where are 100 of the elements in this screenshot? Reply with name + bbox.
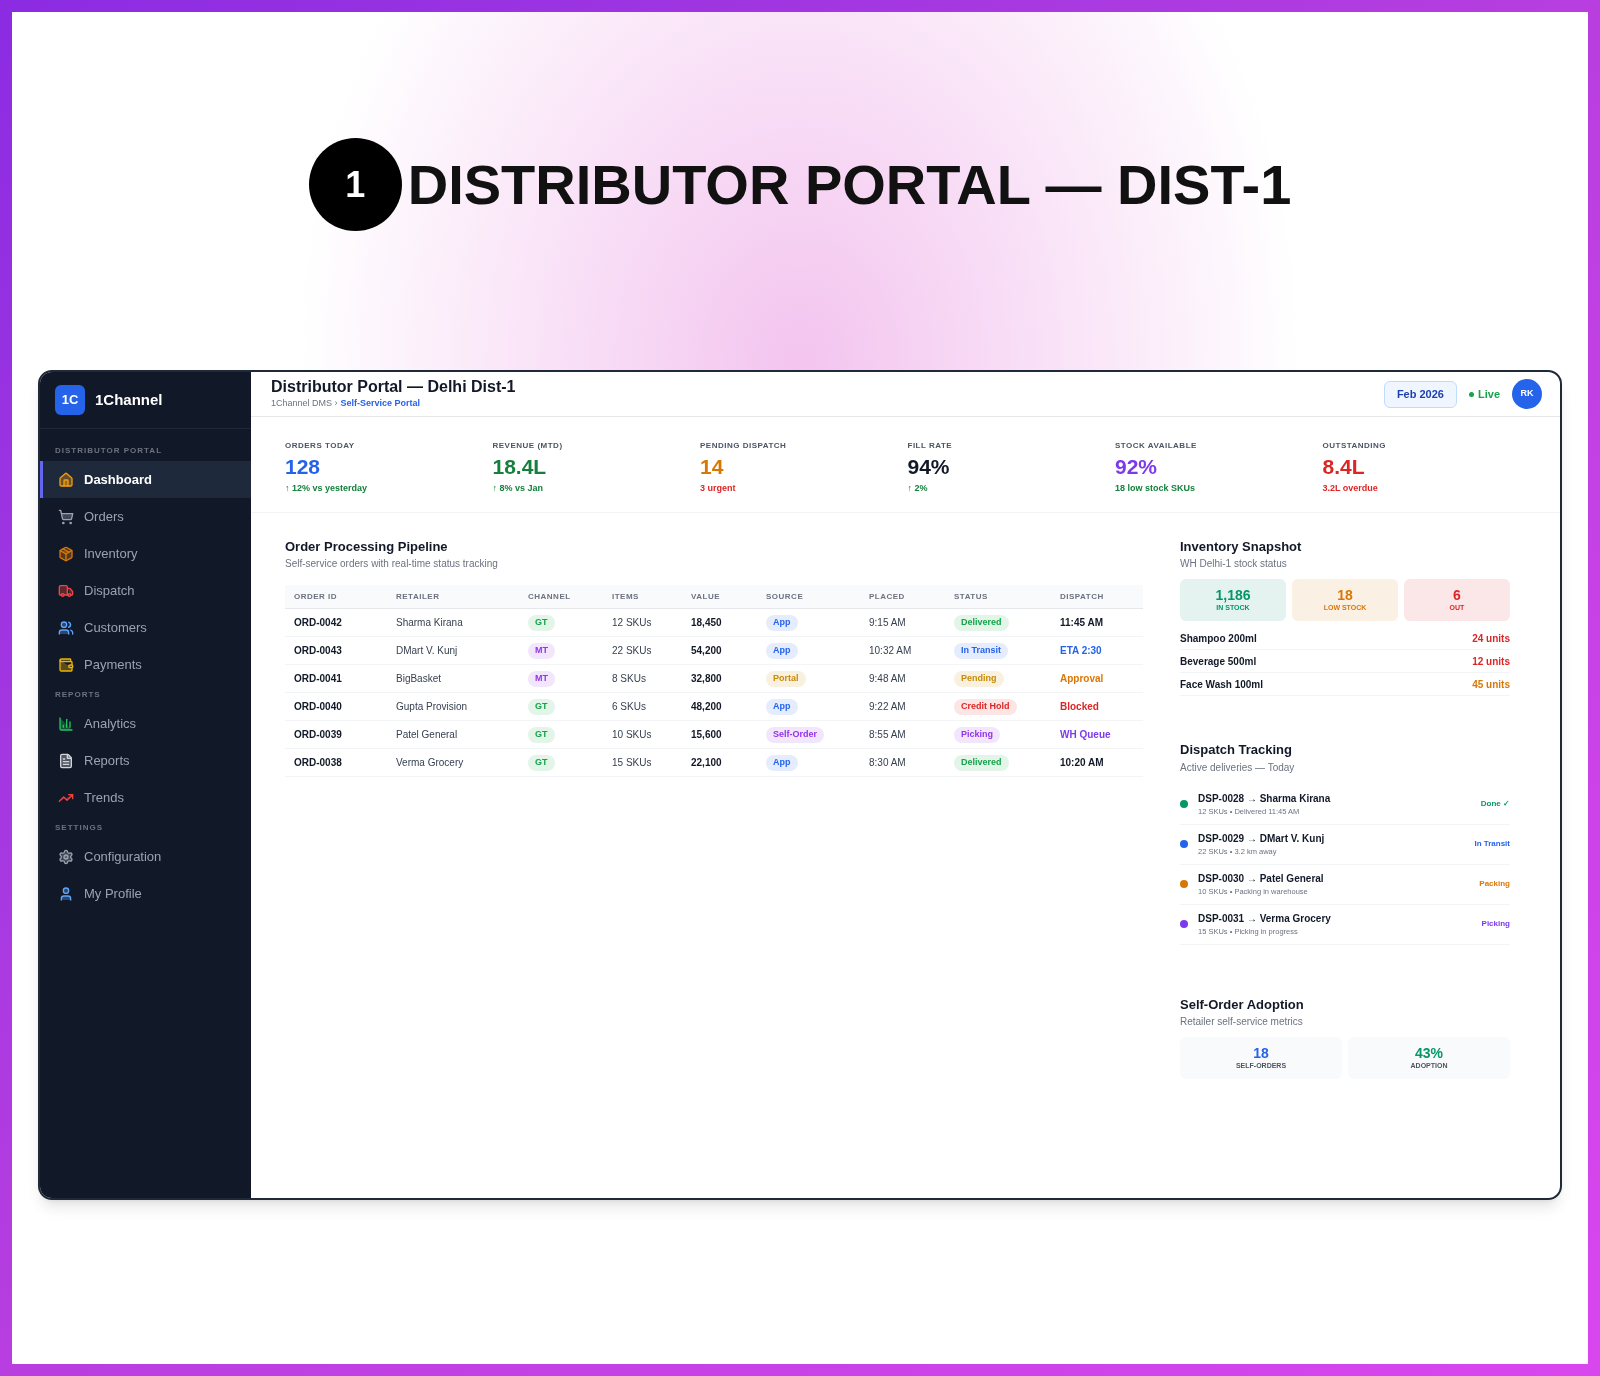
column-header: DISPATCH: [1059, 590, 1105, 603]
status-badge: Delivered: [954, 615, 1009, 631]
kpi-value: 14: [700, 454, 725, 480]
product-name: Beverage 500ml: [1180, 654, 1257, 669]
table-cell-text: 8:30 AM: [868, 756, 907, 770]
user-icon: [58, 885, 74, 902]
kpi-label: FILL RATE: [907, 440, 954, 452]
table-cell-text: 18,450: [690, 616, 723, 630]
truck-icon: [58, 582, 74, 599]
document-icon: [58, 752, 74, 769]
settings-icon: [58, 848, 74, 865]
table-cell-text: Sharma Kirana: [395, 616, 464, 630]
sidebar-item[interactable]: Payments: [40, 646, 251, 683]
bar-chart-icon: [58, 715, 74, 732]
table-cell-text: ORD-0038: [293, 756, 343, 770]
column-header: VALUE: [690, 590, 722, 603]
table-cell-text: 10 SKUs: [611, 728, 653, 742]
table-cell-text: 10:20 AM: [1059, 756, 1105, 770]
column-header: SOURCE: [765, 590, 805, 603]
breadcrumb-link[interactable]: Self-Service Portal: [340, 397, 421, 411]
sidebar-item[interactable]: Dashboard: [40, 461, 251, 498]
sidebar-item[interactable]: Reports: [40, 742, 251, 779]
table-cell-text: 9:48 AM: [868, 672, 907, 686]
product-name: Shampoo 200ml: [1180, 631, 1257, 646]
sidebar-item[interactable]: Analytics: [40, 705, 251, 742]
sidebar-item[interactable]: My Profile: [40, 875, 251, 912]
sidebar-item[interactable]: Trends: [40, 779, 251, 816]
stock-quantity: 24 units: [1472, 631, 1510, 646]
table-cell-text: 9:22 AM: [868, 700, 907, 714]
live-status: Live: [1478, 386, 1500, 402]
source-tag: Portal: [766, 671, 806, 687]
table-cell-text: ORD-0041: [293, 672, 343, 686]
dispatch-title: DSP-0028 → Sharma Kirana: [1198, 791, 1332, 806]
table-cell-text: 8:55 AM: [868, 728, 907, 742]
kpi-label: REVENUE (MTD): [492, 440, 564, 452]
column-header: STATUS: [953, 590, 989, 603]
channel-tag: GT: [528, 755, 555, 771]
table-cell-text: 48,200: [690, 700, 723, 714]
channel-tag: MT: [528, 671, 555, 687]
cart-icon: [58, 508, 74, 525]
kpi-change: ↑ 2%: [907, 482, 929, 495]
sidebar-item[interactable]: Dispatch: [40, 572, 251, 609]
table-cell-text: 54,200: [690, 644, 723, 658]
sidebar-item[interactable]: Customers: [40, 609, 251, 646]
sidebar-item[interactable]: Configuration: [40, 838, 251, 875]
section-title: Order Processing Pipeline: [285, 537, 449, 556]
table-cell-text: 22 SKUs: [611, 644, 653, 658]
section-subtitle: Self-service orders with real-time status tracking: [285, 557, 499, 571]
wallet-icon: [58, 656, 74, 673]
table-cell-text: DMart V. Kunj: [395, 644, 459, 658]
table-cell-text: 15 SKUs: [611, 756, 653, 770]
kpi-change: ↑ 8% vs Jan: [492, 482, 545, 495]
kpi-change: 3.2L overdue: [1322, 482, 1379, 495]
kpi-label: PENDING DISPATCH: [700, 440, 788, 452]
column-header: ITEMS: [611, 590, 640, 603]
step-number-badge: 1: [308, 138, 402, 231]
sidebar-section-label: REPORTS: [54, 689, 102, 701]
brand-name: 1Channel: [95, 389, 163, 410]
table-cell-text: Blocked: [1059, 700, 1100, 714]
source-tag: App: [766, 615, 798, 631]
home-icon: [58, 471, 74, 488]
stock-quantity: 12 units: [1472, 654, 1510, 669]
table-cell-text: ORD-0042: [293, 616, 343, 630]
kpi-label: OUTSTANDING: [1322, 440, 1388, 452]
table-cell-text: 12 SKUs: [611, 616, 653, 630]
table-cell-text: WH Queue: [1059, 728, 1112, 742]
sidebar-item[interactable]: Inventory: [40, 535, 251, 572]
dispatch-status: Packing: [1479, 878, 1510, 890]
sidebar-section-label: DISTRIBUTOR PORTAL: [54, 445, 164, 457]
dispatch-title: DSP-0029 → DMart V. Kunj: [1198, 831, 1326, 846]
kpi-value: 18.4L: [492, 454, 548, 480]
source-tag: App: [766, 699, 798, 715]
table-cell-text: 32,800: [690, 672, 723, 686]
date-button[interactable]: Feb 2026: [1383, 380, 1457, 408]
table-cell-text: Patel General: [395, 728, 459, 742]
status-badge: Credit Hold: [954, 699, 1017, 715]
kpi-value: 94%: [907, 454, 951, 480]
status-badge: Pending: [954, 671, 1004, 687]
table-cell-text: 9:15 AM: [868, 616, 907, 630]
source-tag: App: [766, 643, 798, 659]
table-cell-text: Approval: [1059, 672, 1105, 686]
table-cell-text: ORD-0039: [293, 728, 343, 742]
section-subtitle: Active deliveries — Today: [1180, 760, 1296, 775]
section-subtitle: Retailer self-service metrics: [1180, 1015, 1304, 1029]
user-avatar[interactable]: RK: [1512, 379, 1542, 409]
column-header: RETAILER: [395, 590, 441, 603]
channel-tag: GT: [528, 699, 555, 715]
source-tag: App: [766, 755, 798, 771]
kpi-label: STOCK AVAILABLE: [1115, 440, 1198, 452]
status-badge: Delivered: [954, 755, 1009, 771]
sidebar-item[interactable]: Orders: [40, 498, 251, 535]
column-header: ORDER ID: [293, 590, 339, 603]
table-cell-text: Verma Grocery: [395, 756, 465, 770]
sidebar-section-label: SETTINGS: [54, 822, 104, 834]
dispatch-status: Done ✓: [1480, 798, 1510, 810]
kpi-value: 8.4L: [1322, 454, 1366, 480]
section-title: Self-Order Adoption: [1180, 995, 1305, 1014]
kpi-change: 3 urgent: [700, 482, 737, 495]
table-cell-text: 11:45 AM: [1059, 616, 1104, 630]
package-icon: [58, 545, 74, 562]
